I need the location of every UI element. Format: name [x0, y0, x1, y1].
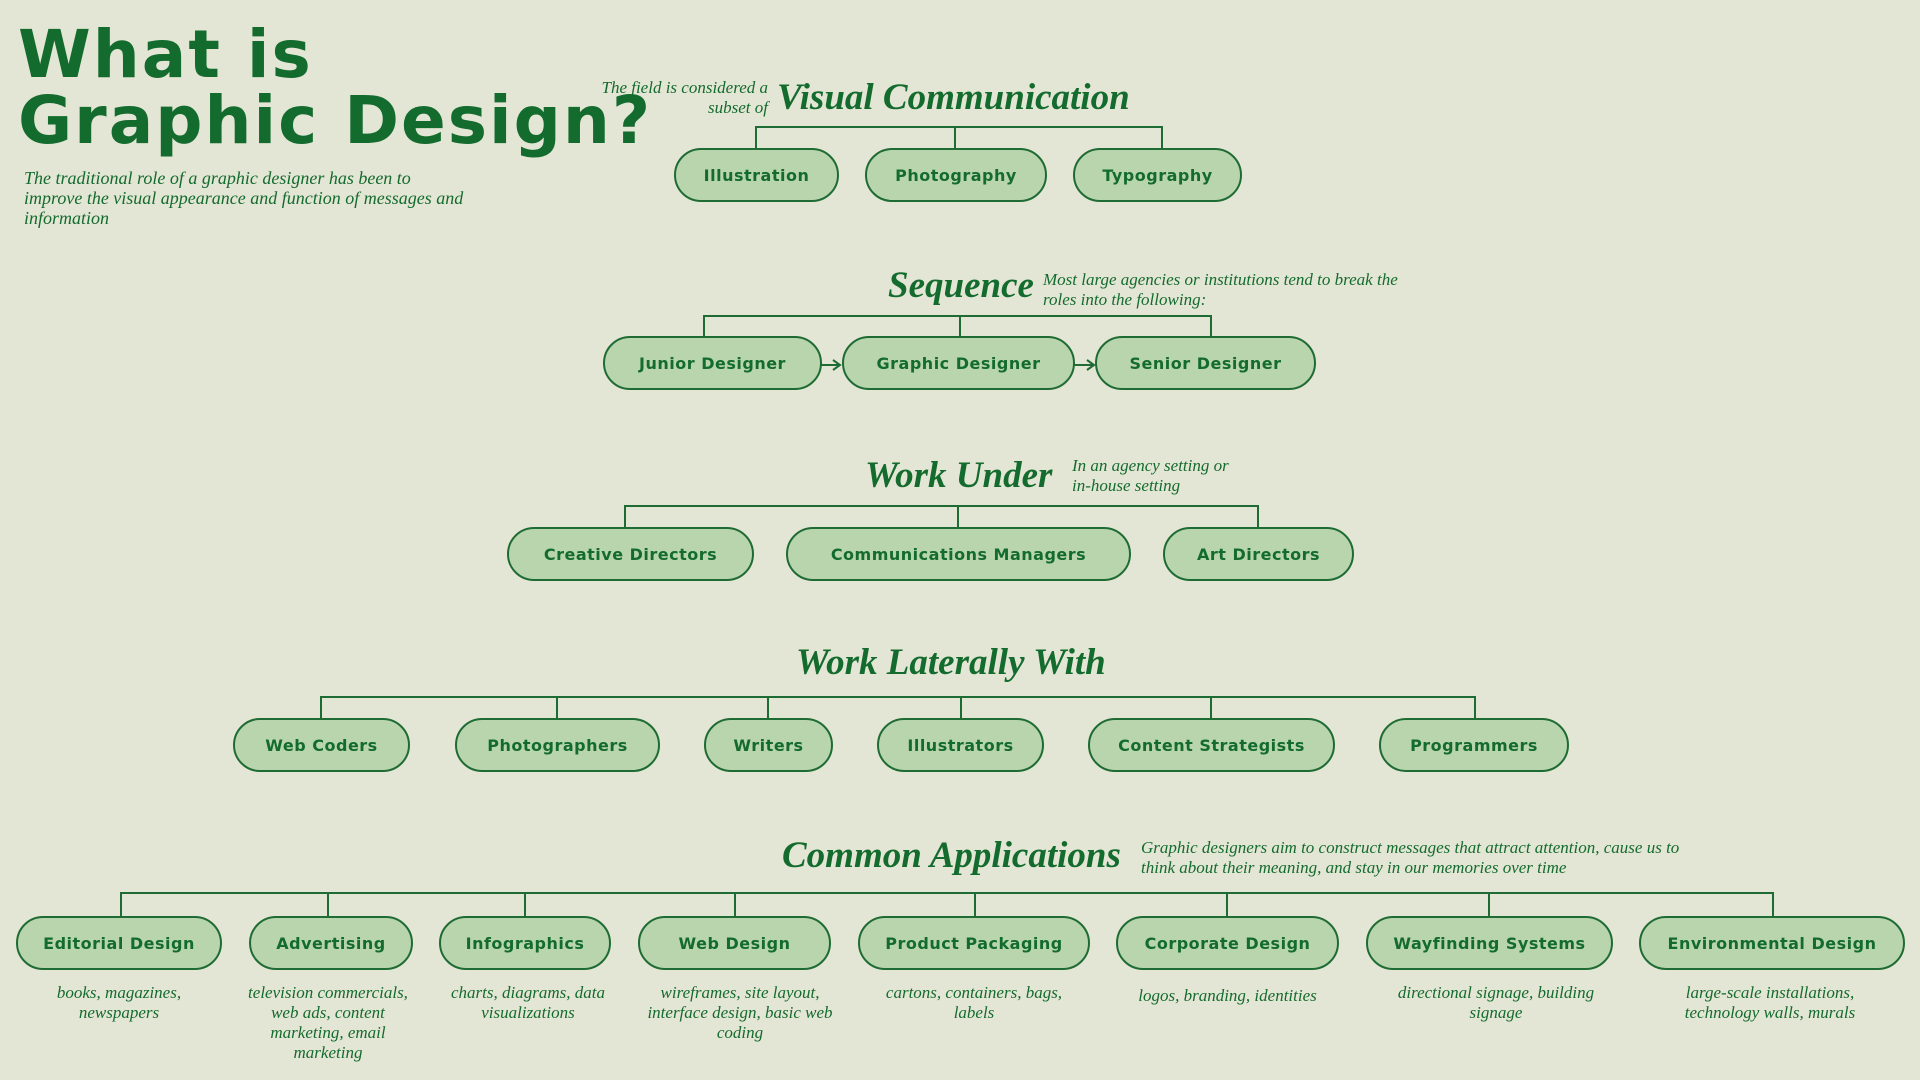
applications-note: Graphic designers aim to construct messa…: [1141, 838, 1680, 877]
under-note: In an agency setting or in-house setting: [1072, 456, 1229, 495]
applications-connector: [120, 892, 1774, 916]
node-typography: Typography: [1073, 148, 1242, 202]
node-web-design: Web Design: [638, 916, 831, 970]
desc-web-design: wireframes, site layout, interface desig…: [647, 983, 833, 1042]
node-illustrators: Illustrators: [877, 718, 1044, 772]
lateral-connector: [320, 696, 1476, 718]
under-connector: [624, 505, 1259, 527]
node-advertising: Advertising: [249, 916, 413, 970]
node-corporate-design: Corporate Design: [1116, 916, 1339, 970]
node-environmental-design: Environmental Design: [1639, 916, 1905, 970]
node-content-strategists: Content Strategists: [1088, 718, 1335, 772]
node-editorial-design: Editorial Design: [16, 916, 222, 970]
node-communications-managers: Communications Managers: [786, 527, 1131, 581]
node-senior-designer: Senior Designer: [1095, 336, 1316, 390]
lateral-heading: Work Laterally With: [796, 642, 1106, 683]
node-graphic-designer: Graphic Designer: [842, 336, 1075, 390]
page-title-line-1: What is: [18, 16, 313, 93]
node-illustration: Illustration: [674, 148, 839, 202]
visual-connector: [755, 126, 1163, 148]
node-web-coders: Web Coders: [233, 718, 410, 772]
desc-corporate-design: logos, branding, identities: [1138, 986, 1317, 1005]
sequence-heading: Sequence: [888, 265, 1034, 306]
node-programmers: Programmers: [1379, 718, 1569, 772]
under-heading: Work Under: [865, 455, 1053, 496]
desc-product-packaging: cartons, containers, bags, labels: [885, 983, 1063, 1022]
sequence-note: Most large agencies or institutions tend…: [1043, 270, 1398, 309]
node-writers: Writers: [704, 718, 833, 772]
node-product-packaging: Product Packaging: [858, 916, 1090, 970]
node-photography: Photography: [865, 148, 1047, 202]
applications-heading: Common Applications: [782, 835, 1121, 876]
visual-note: The field is considered a subset of: [601, 78, 768, 117]
node-infographics: Infographics: [439, 916, 611, 970]
node-photographers: Photographers: [455, 718, 660, 772]
desc-wayfinding-systems: directional signage, building signage: [1397, 983, 1595, 1022]
intro-text: The traditional role of a graphic design…: [24, 168, 464, 228]
desc-infographics: charts, diagrams, data visualizations: [451, 983, 605, 1022]
page-title-line-2: Graphic Design?: [18, 82, 653, 159]
desc-editorial-design: books, magazines, newspapers: [56, 983, 182, 1022]
visual-heading: Visual Communication: [777, 77, 1130, 118]
node-wayfinding-systems: Wayfinding Systems: [1366, 916, 1613, 970]
desc-environmental-design: large-scale installations, technology wa…: [1684, 983, 1856, 1022]
node-junior-designer: Junior Designer: [603, 336, 822, 390]
page-title: What is Graphic Design?: [18, 22, 652, 154]
node-art-directors: Art Directors: [1163, 527, 1354, 581]
desc-advertising: television commercials, web ads, content…: [248, 983, 408, 1062]
sequence-connector: [703, 315, 1212, 336]
node-creative-directors: Creative Directors: [507, 527, 754, 581]
